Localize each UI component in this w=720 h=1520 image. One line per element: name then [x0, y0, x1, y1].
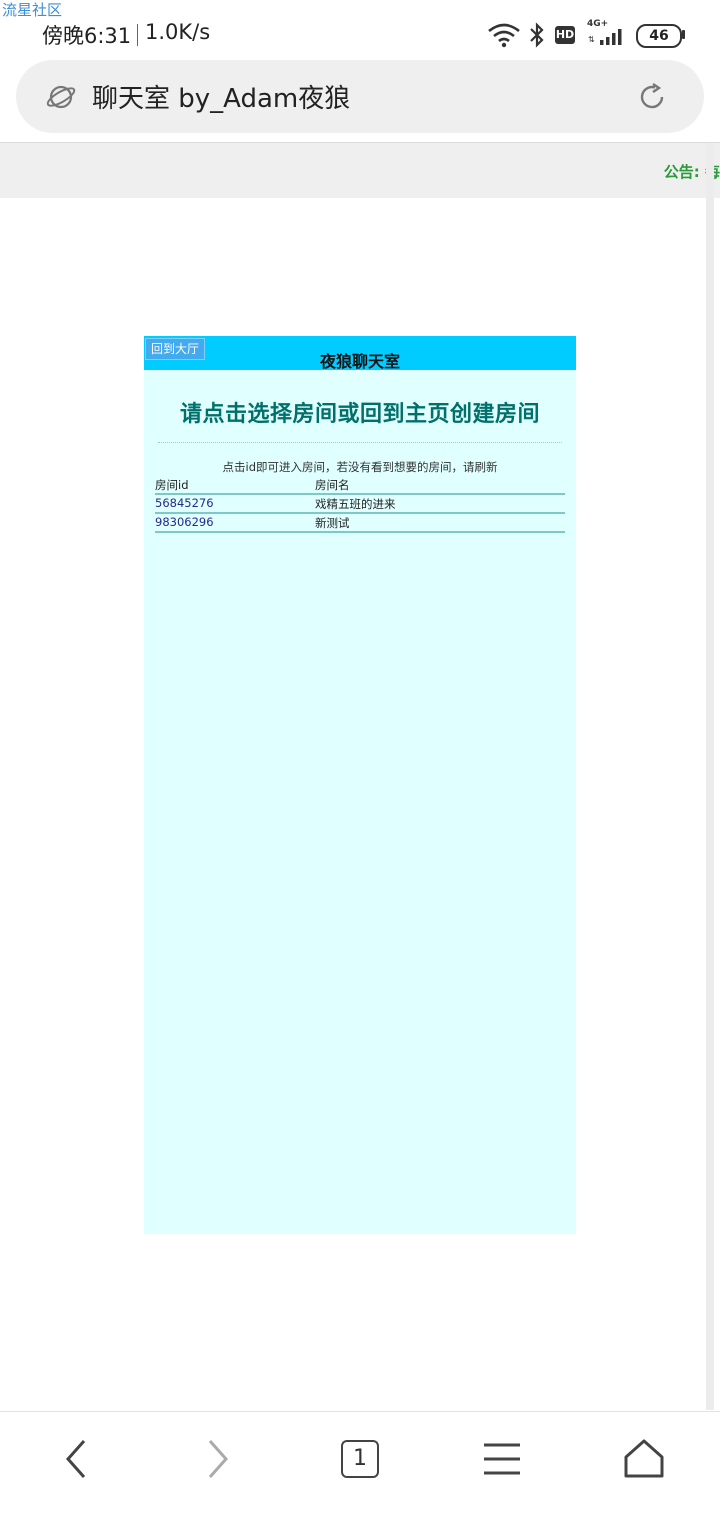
status-time: 傍晚6:31	[42, 24, 132, 48]
refresh-icon[interactable]	[636, 81, 668, 113]
notice-bar: 公告: 每	[0, 143, 720, 198]
main-heading: 请点击选择房间或回到主页创建房间	[179, 402, 540, 427]
battery-icon: 46	[636, 24, 682, 48]
watermark: 流星社区	[2, 1, 63, 19]
hd-icon: HD	[555, 26, 575, 44]
signal-icon: ⇅	[588, 29, 622, 45]
planet-icon	[46, 85, 76, 109]
tabs-icon[interactable]: 1	[341, 1440, 379, 1478]
room-name: 戏精五班的进来	[315, 497, 396, 511]
table-header-row: 房间id 房间名	[155, 476, 565, 495]
chat-panel: 夜狼聊天室 回到大厅 请点击选择房间或回到主页创建房间 点击id即可进入房间，若…	[144, 336, 576, 1234]
table-row: 98306296 新测试	[155, 514, 565, 533]
chatroom-title: 夜狼聊天室	[319, 352, 400, 371]
room-name: 新测试	[315, 516, 350, 530]
hint-text: 点击id即可进入房间，若没有看到想要的房间，请刷新	[222, 460, 498, 474]
page-title[interactable]: 聊天室 by_Adam夜狼	[92, 78, 350, 115]
wifi-icon	[488, 23, 520, 48]
dotted-divider	[158, 442, 562, 443]
back-to-lobby-button[interactable]: 回到大厅	[145, 338, 205, 360]
bluetooth-icon	[530, 22, 544, 48]
header-room-id: 房间id	[155, 478, 189, 492]
battery-tip	[682, 30, 685, 39]
room-id-link[interactable]: 98306296	[155, 515, 214, 529]
status-divider	[137, 24, 138, 46]
room-id-link[interactable]: 56845276	[155, 496, 214, 510]
table-row: 56845276 戏精五班的进来	[155, 495, 565, 514]
back-icon[interactable]	[50, 1433, 102, 1485]
bottom-nav-divider	[0, 1411, 720, 1412]
menu-icon[interactable]	[476, 1433, 528, 1485]
page-scrollbar[interactable]	[706, 143, 714, 1410]
header-room-name: 房间名	[315, 478, 350, 492]
room-table: 房间id 房间名 56845276 戏精五班的进来 98306296 新测试	[155, 476, 565, 533]
svg-text:⇅: ⇅	[588, 35, 595, 44]
network-speed: 1.0K/s	[145, 20, 211, 44]
forward-icon[interactable]	[192, 1433, 244, 1485]
home-icon[interactable]	[618, 1433, 670, 1485]
